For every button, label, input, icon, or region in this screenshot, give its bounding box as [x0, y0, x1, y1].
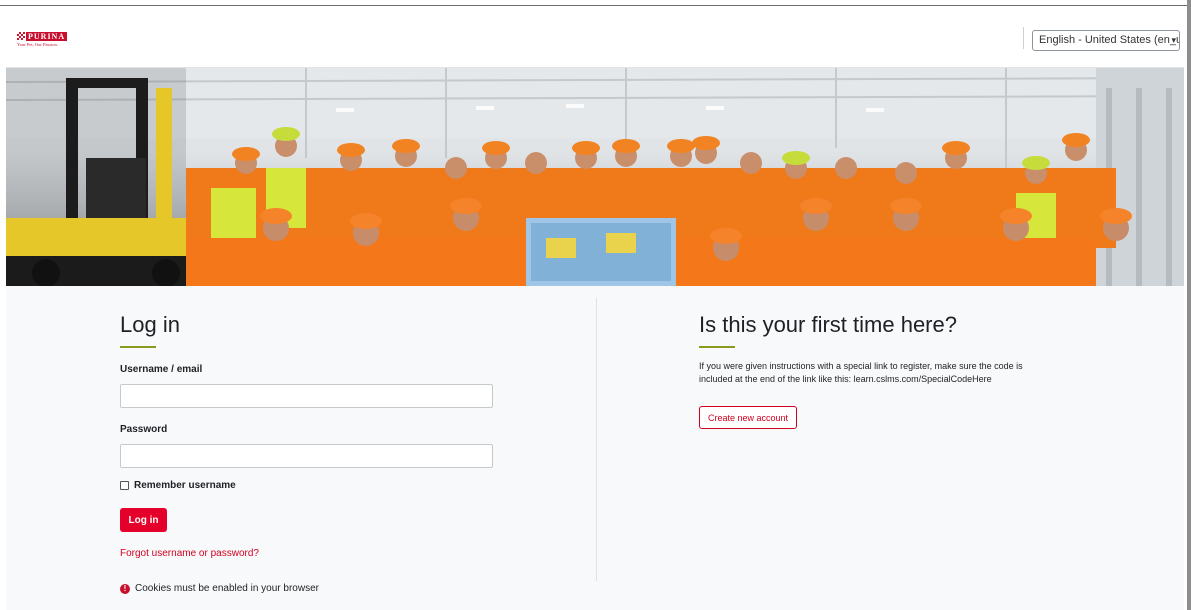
remember-username-label: Remember username [134, 480, 236, 491]
site-header: PURINA Your Pet, Our Passion. English - … [6, 7, 1184, 68]
language-select-value: English - United States (en_us) [1039, 34, 1180, 46]
warehouse-team-photo [6, 68, 1184, 286]
title-underline [699, 346, 735, 348]
cookie-notice-text: Cookies must be enabled in your browser [135, 583, 319, 594]
login-button[interactable]: Log in [120, 508, 167, 532]
header-separator [1023, 27, 1024, 49]
title-underline [120, 346, 156, 348]
login-title: Log in [120, 312, 180, 337]
checkerboard-icon [17, 32, 25, 40]
forgot-password-link[interactable]: Forgot username or password? [120, 548, 259, 559]
language-select[interactable]: English - United States (en_us) ▾ [1032, 30, 1180, 51]
forklift [6, 68, 216, 286]
first-time-line-2: included at the end of the link like thi… [699, 374, 992, 384]
logo-wordmark: PURINA [26, 31, 68, 41]
first-time-line-1: If you were given instructions with a sp… [699, 361, 1023, 371]
remember-username-row[interactable]: Remember username [120, 480, 500, 491]
purina-logo[interactable]: PURINA Your Pet, Our Passion. [17, 31, 75, 47]
username-input[interactable] [120, 384, 493, 408]
first-time-panel: Is this your first time here? If you wer… [699, 312, 1079, 429]
window-right-border [1187, 0, 1191, 610]
first-time-title: Is this your first time here? [699, 312, 957, 337]
create-account-button[interactable]: Create new account [699, 406, 798, 429]
logo-tagline: Your Pet, Our Passion. [17, 42, 58, 47]
password-label: Password [120, 424, 168, 435]
cookie-notice: ! Cookies must be enabled in your browse… [120, 583, 500, 594]
info-icon: ! [120, 583, 130, 594]
pallet-of-products [526, 218, 676, 286]
password-input[interactable] [120, 444, 493, 468]
remember-username-checkbox[interactable] [120, 481, 129, 490]
chevron-down-icon: ▾ [1171, 35, 1176, 45]
window-top-border [0, 0, 1191, 6]
login-panel: Log in Username / email Password Remembe… [120, 312, 500, 594]
username-label: Username / email [120, 364, 203, 375]
column-divider [596, 298, 597, 581]
hero-banner-image [6, 68, 1184, 286]
